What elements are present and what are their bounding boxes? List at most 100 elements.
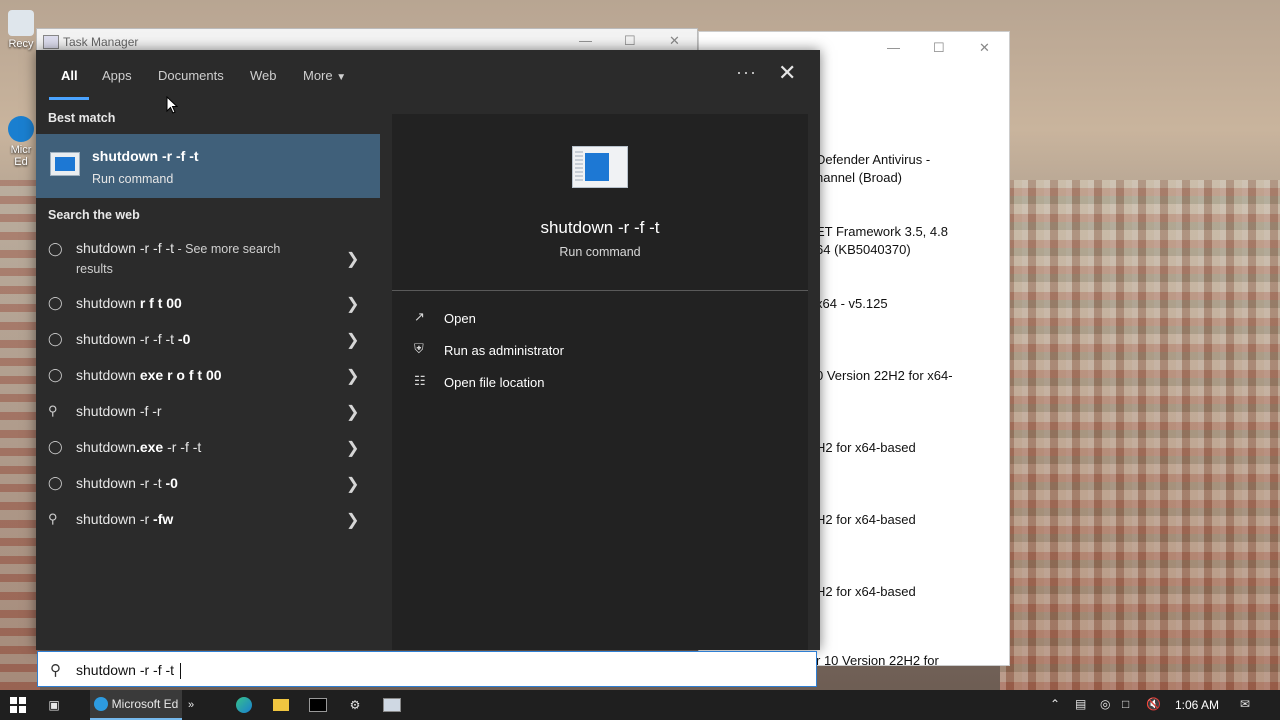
update-entry-text: nannel (Broad) (816, 170, 902, 185)
wallpaper-city-left (0, 180, 40, 690)
taskbar-cmd[interactable] (304, 690, 332, 720)
more-options-icon[interactable]: ··· (736, 62, 757, 83)
minimize-icon[interactable]: — (887, 40, 900, 55)
web-suggestion[interactable]: ◯ shutdown.exe -r -f -t ❯ (36, 431, 380, 465)
chevron-right-icon[interactable]: ❯ (346, 510, 359, 530)
network-icon[interactable]: □ (1122, 697, 1129, 711)
desktop-icon-recycle-bin[interactable]: Recy (4, 10, 38, 50)
search-bubble-icon: ◯ (48, 475, 63, 490)
volume-muted-icon[interactable]: 🔇 (1146, 697, 1161, 711)
action-label: Open (444, 311, 476, 326)
taskbar-settings[interactable]: ⚙ (341, 690, 369, 720)
web-suggestion[interactable]: ◯ shutdown -r -f -t -0 ❯ (36, 323, 380, 357)
task-view-button[interactable]: ▣ (40, 690, 68, 720)
update-entry-text: r 10 Version 22H2 for (816, 653, 939, 668)
magnifier-icon: ⚲ (50, 662, 61, 679)
tab-all[interactable]: All (61, 68, 78, 83)
desktop-icon-edge[interactable]: Micr Ed (4, 116, 38, 168)
search-input[interactable]: ⚲ shutdown -r -f -t (37, 651, 817, 687)
suggestion-text: shutdown -r -f -t - See more search (76, 240, 280, 256)
web-suggestion[interactable]: ◯ shutdown r f t 00 ❯ (36, 287, 380, 321)
best-match-item[interactable]: shutdown -r -f -t Run command (36, 134, 380, 198)
suggestion-plain: shutdown (76, 295, 140, 311)
search-bubble-icon: ◯ (48, 331, 63, 346)
suggestion-bold: -0 (165, 475, 178, 491)
close-icon[interactable]: ✕ (778, 62, 796, 84)
minimize-icon[interactable]: — (579, 33, 592, 48)
search-flyout[interactable]: All Apps Documents Web More ▼ ··· ✕ Best… (36, 50, 820, 650)
magnifier-icon: ⚲ (48, 403, 58, 418)
windows-logo-icon (10, 697, 26, 713)
magnifier-icon: ⚲ (48, 511, 58, 526)
start-button[interactable] (0, 690, 36, 720)
desktop-icon-label: Micr Ed (10, 144, 32, 168)
task-view-icon: ▣ (48, 698, 60, 712)
taskbar-file-explorer[interactable] (267, 690, 295, 720)
update-entry-text: x64 - v5.125 (816, 296, 888, 311)
suggestion-text: shutdown r f t 00 (76, 295, 182, 311)
recycle-bin-icon (8, 10, 34, 36)
chevron-right-icon[interactable]: ❯ (346, 249, 359, 269)
suggestion-plain: shutdown -r (76, 511, 154, 527)
chevron-right-icon[interactable]: ❯ (346, 330, 359, 350)
tray-app-icon[interactable]: ▤ (1075, 697, 1086, 711)
close-icon[interactable]: ✕ (979, 40, 990, 56)
tab-more[interactable]: More ▼ (303, 68, 346, 83)
caret-down-icon: ▼ (336, 72, 347, 83)
update-entry-text: 64 (KB5040370) (816, 242, 911, 257)
suggestion-text: shutdown exe r o f t 00 (76, 367, 222, 383)
task-manager-icon (383, 698, 401, 712)
taskbar-edge-button[interactable]: Microsoft Ed (90, 690, 182, 720)
chevron-right-icon[interactable]: ❯ (346, 294, 359, 314)
web-suggestion[interactable]: ⚲ shutdown -r -fw ❯ (36, 503, 380, 537)
suggestion-bold: -fw (153, 511, 174, 527)
update-entry-text: H2 for x64-based (816, 512, 916, 527)
update-entry-text: Defender Antivirus - (816, 152, 931, 167)
tab-web[interactable]: Web (250, 68, 277, 83)
chevron-right-icon[interactable]: ❯ (346, 474, 359, 494)
update-entry-text: 0 Version 22H2 for x64- (816, 368, 953, 383)
web-suggestion[interactable]: ◯ shutdown -r -t -0 ❯ (36, 467, 380, 501)
show-hidden-icons-icon[interactable]: ⌃ (1050, 697, 1060, 711)
best-match-heading: Best match (48, 111, 116, 125)
taskbar-edge-pinned[interactable] (230, 690, 258, 720)
update-entry-text: ET Framework 3.5, 4.8 (816, 224, 948, 239)
web-suggestion[interactable]: ◯ shutdown -r -f -t - See more search re… (36, 232, 380, 282)
chevron-right-icon[interactable]: ❯ (346, 438, 359, 458)
web-suggestion[interactable]: ⚲ shutdown -f -r ❯ (36, 395, 380, 429)
suggestion-plain: shutdown (76, 367, 140, 383)
search-bubble-icon: ◯ (48, 367, 63, 382)
tab-apps[interactable]: Apps (102, 68, 132, 83)
overflow-chevron-icon[interactable]: » (184, 690, 198, 720)
taskbar-task-manager[interactable] (378, 690, 406, 720)
tab-documents[interactable]: Documents (158, 68, 224, 83)
chevron-right-icon[interactable]: ❯ (346, 366, 359, 386)
chevron-right-icon[interactable]: ❯ (346, 402, 359, 422)
suggestion-text: shutdown -r -f -t -0 (76, 331, 190, 347)
file-icon: ☷ (414, 373, 426, 388)
run-command-large-icon (572, 146, 628, 188)
search-query-text: shutdown -r -f -t (76, 662, 178, 678)
action-label: Run as administrator (444, 343, 564, 358)
preview-pane: shutdown -r -f -t Run command ↗ Open ⛨ R… (392, 114, 808, 650)
web-suggestion[interactable]: ◯ shutdown exe r o f t 00 ❯ (36, 359, 380, 393)
suggestion-text: shutdown -r -fw (76, 511, 173, 527)
suggestion-text: shutdown -r -t -0 (76, 475, 178, 491)
suggestion-bold: exe r o f t 00 (139, 367, 222, 383)
taskbar: ▣ Microsoft Ed » ⚙ ⌃ ▤ ◎ □ 🔇 1:06 AM ✉ (0, 690, 1280, 720)
desktop-icon-label: Recy (8, 38, 34, 50)
text-caret (179, 663, 181, 680)
close-icon[interactable]: ✕ (669, 33, 680, 49)
notifications-icon[interactable]: ✉ (1240, 697, 1250, 711)
mouse-cursor-icon (166, 96, 178, 114)
maximize-icon[interactable]: ☐ (624, 33, 636, 49)
maximize-icon[interactable]: ☐ (933, 40, 945, 56)
search-web-heading: Search the web (48, 208, 140, 222)
tray-device-icon[interactable]: ◎ (1100, 697, 1110, 711)
search-bubble-icon: ◯ (48, 241, 63, 256)
preview-subtitle: Run command (559, 245, 641, 259)
clock-time[interactable]: 1:06 AM (1175, 698, 1219, 712)
suggestion-main: shutdown -r -f -t (76, 240, 175, 256)
search-query: shutdown -r -f -t (76, 662, 181, 680)
suggestion-plain: shutdown -r -f -t (76, 331, 178, 347)
